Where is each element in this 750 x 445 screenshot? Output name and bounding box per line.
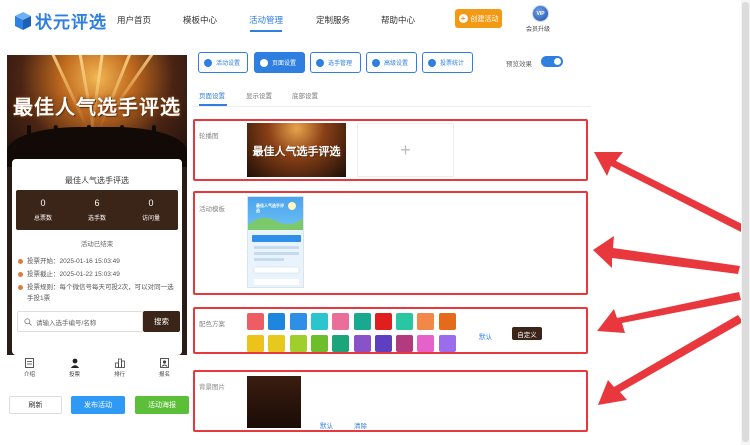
arrow-to-carousel — [594, 152, 746, 232]
arrow-to-template — [593, 236, 740, 274]
page-scrollbar-thumb[interactable] — [742, 2, 749, 442]
annotation-arrows — [593, 152, 746, 405]
app-root: 状元评选 用户首页 模板中心 活动管理 定制服务 帮助中心 + 创建活动 VIP… — [0, 0, 750, 445]
